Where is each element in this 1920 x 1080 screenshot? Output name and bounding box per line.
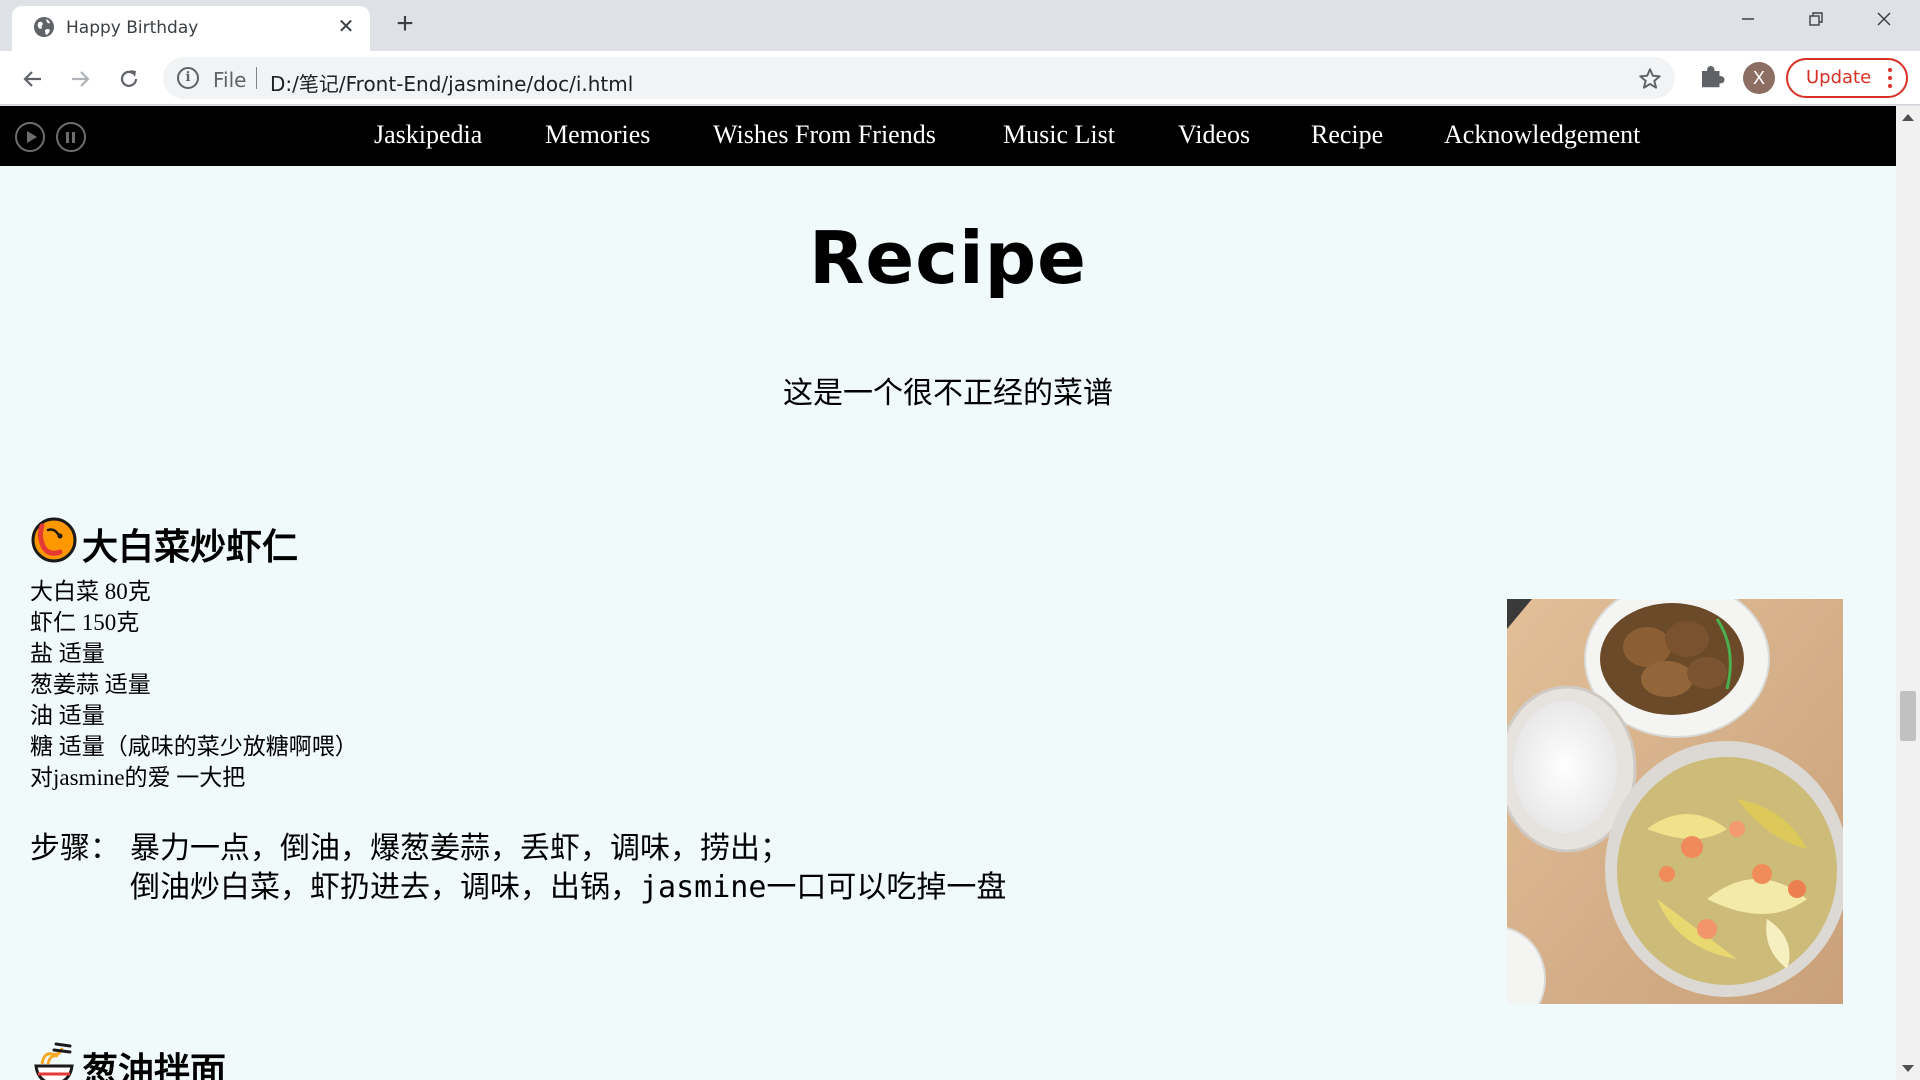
browser-tab[interactable]: Happy Birthday ✕ [12,6,370,51]
minimize-icon[interactable] [1730,6,1766,36]
back-icon[interactable] [16,62,50,96]
dish-photo [1507,599,1843,1004]
globe-icon [34,17,54,37]
dish-title: 大白菜炒虾仁 [82,527,299,568]
nav-link-memories[interactable]: Memories [545,120,650,150]
page-viewport: Jaskipedia Memories Wishes From Friends … [0,106,1896,1080]
tab-close-button[interactable]: ✕ [335,16,357,38]
close-icon[interactable] [1866,6,1902,36]
url-scheme: File [213,68,247,92]
ingredient-item: 糖 适量（咸味的菜少放糖啊喂） [30,734,358,759]
ingredient-item: 对jasmine的爱 一大把 [30,765,246,790]
page-scrollbar[interactable] [1896,106,1920,1080]
steps-label: 步骤： [30,831,120,866]
scroll-down-icon[interactable] [1902,1065,1914,1072]
forward-icon[interactable] [63,62,97,96]
pause-icon[interactable] [56,122,86,152]
ingredient-item: 盐 适量 [30,641,105,666]
ingredient-item: 葱姜蒜 适量 [30,672,151,697]
update-label: Update [1806,67,1872,88]
ingredient-item: 大白菜 80克 [30,579,151,604]
reload-icon[interactable] [112,62,146,96]
info-icon[interactable]: i [177,67,199,89]
url-text[interactable]: D:/笔记/Front-End/jasmine/doc/i.html [270,68,633,97]
noodles-icon [34,1042,74,1080]
menu-dots-icon[interactable] [1888,68,1892,88]
nav-link-jaskipedia[interactable]: Jaskipedia [374,120,482,150]
browser-toolbar: i File D:/笔记/Front-End/jasmine/doc/i.htm… [0,51,1920,105]
ingredient-list: 大白菜 80克 虾仁 150克 盐 适量 葱姜蒜 适量 油 适量 糖 适量（咸味… [30,576,358,793]
page-subtitle: 这是一个很不正经的菜谱 [783,376,1113,411]
ingredient-item: 油 适量 [30,703,105,728]
restore-icon[interactable] [1798,6,1834,36]
puzzle-icon[interactable] [1697,61,1727,91]
nav-link-wishes[interactable]: Wishes From Friends [713,120,936,150]
nav-link-videos[interactable]: Videos [1178,120,1250,150]
tab-strip: Happy Birthday ✕ + [0,0,1920,51]
nav-link-acknowledgement[interactable]: Acknowledgement [1444,120,1640,150]
nav-link-music-list[interactable]: Music List [1003,120,1115,150]
profile-avatar[interactable]: X [1743,62,1775,94]
url-separator [256,67,257,89]
dish-title: 葱油拌面 [82,1051,227,1080]
address-bar[interactable]: i File D:/笔记/Front-End/jasmine/doc/i.htm… [163,57,1675,99]
update-button[interactable]: Update [1786,58,1908,98]
nav-link-recipe[interactable]: Recipe [1311,120,1383,150]
ingredient-item: 虾仁 150克 [30,610,140,635]
star-icon[interactable] [1637,63,1663,99]
scrollbar-thumb[interactable] [1900,691,1916,741]
tab-title: Happy Birthday [66,18,199,38]
page-title: Recipe [808,216,1087,300]
step-line: 暴力一点，倒油，爆葱姜蒜，丢虾，调味，捞出； [130,831,790,866]
play-icon[interactable] [15,122,45,152]
step-line: 倒油炒白菜，虾扔进去，调味，出锅，jasmine一口可以吃掉一盘 [130,870,1007,905]
site-navbar: Jaskipedia Memories Wishes From Friends … [0,106,1896,166]
scroll-up-icon[interactable] [1902,114,1914,121]
shrimp-icon [31,517,77,563]
new-tab-button[interactable]: + [390,9,420,40]
